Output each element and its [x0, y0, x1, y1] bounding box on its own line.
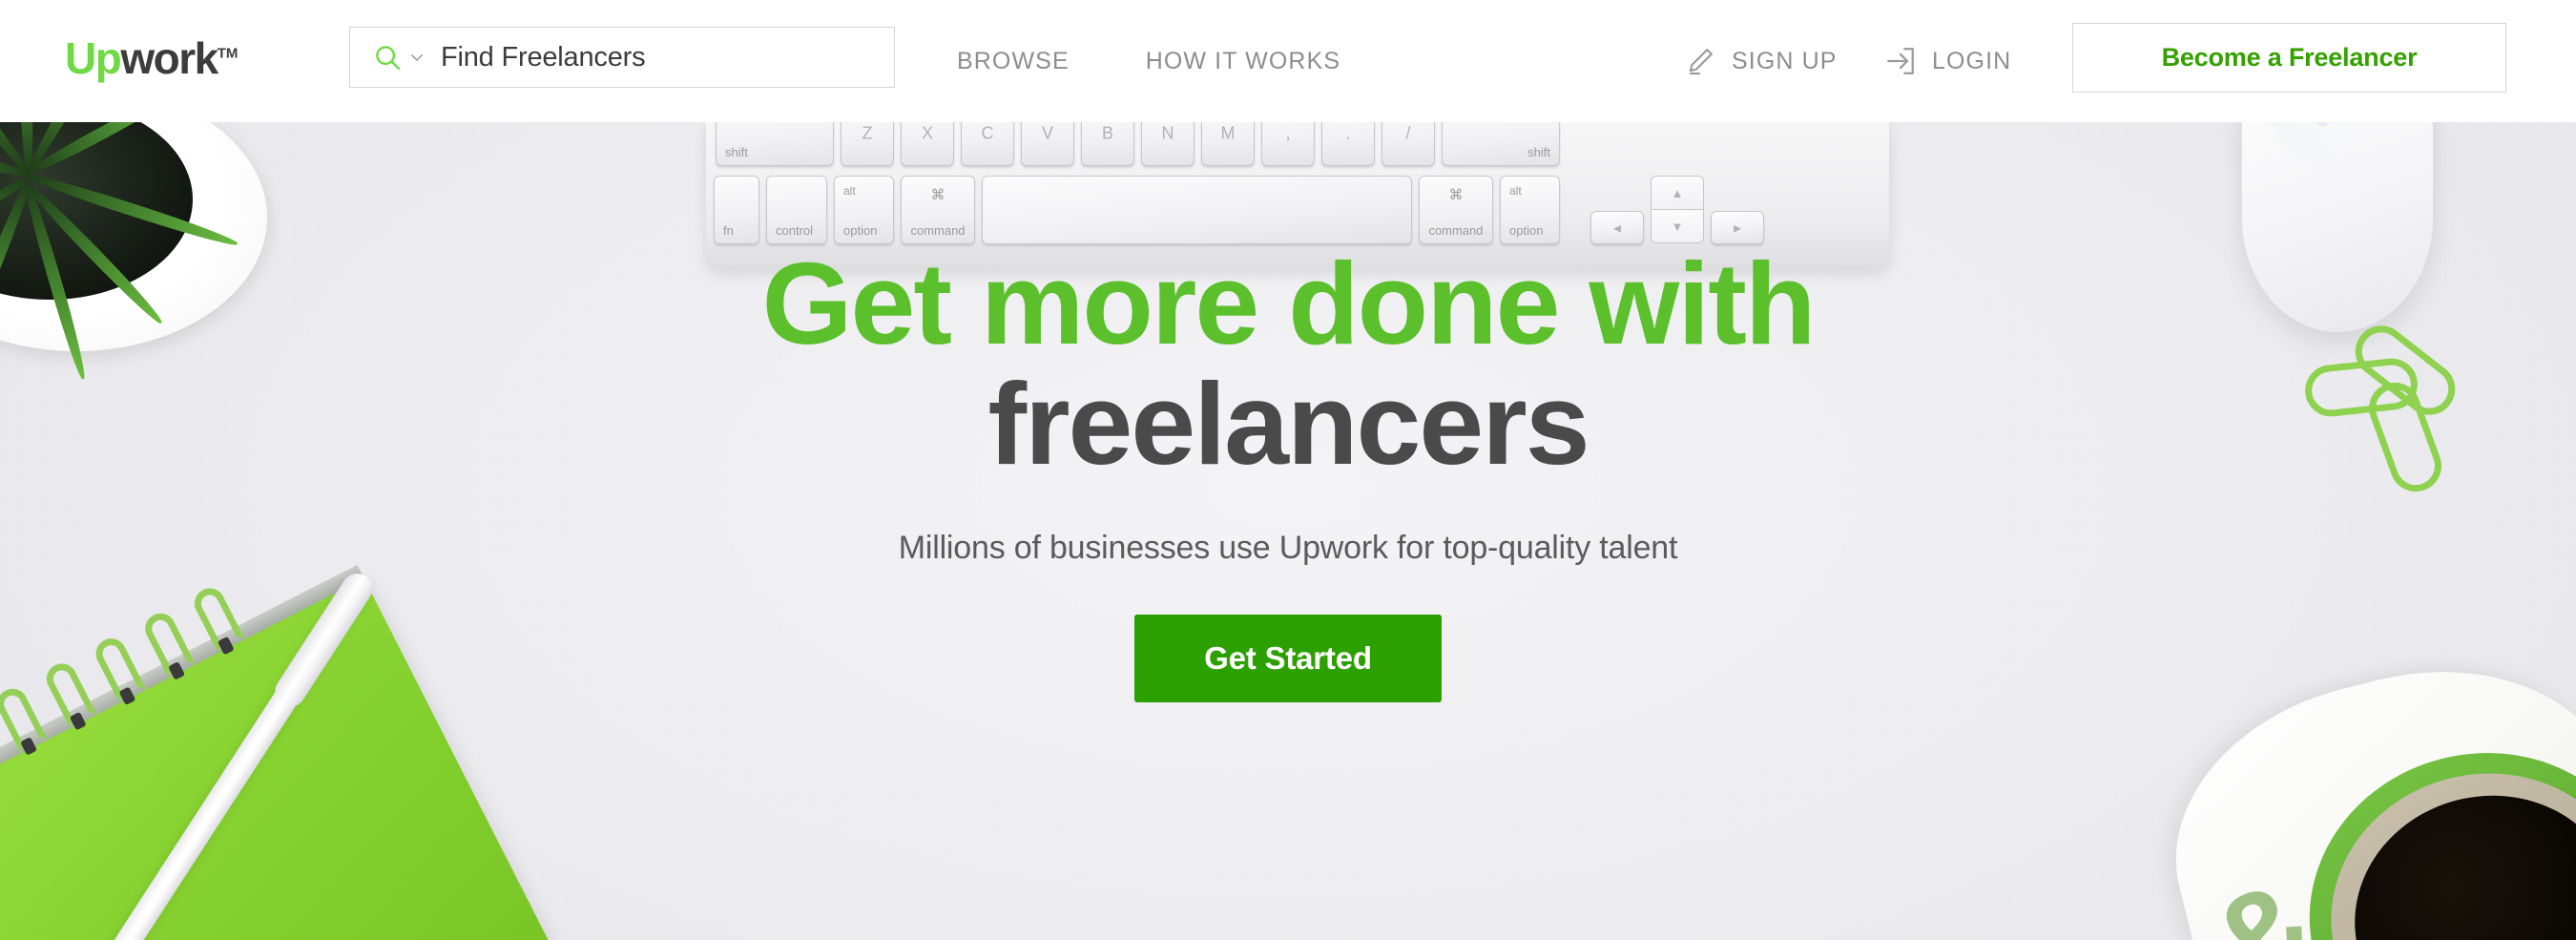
become-a-freelancer-button[interactable]: Become a Freelancer [2072, 23, 2506, 93]
key-command-right: ⌘ command [1419, 176, 1493, 244]
key-label: option [843, 223, 878, 238]
key-z: Z [841, 122, 894, 166]
key-x: X [901, 122, 954, 166]
upwork-logo[interactable]: UpworkTM [65, 36, 238, 80]
key-comma: , [1261, 122, 1315, 166]
key-option-right: alt option [1500, 176, 1560, 244]
key-period: . [1321, 122, 1375, 166]
hero-heading: Get more done with freelancers [761, 239, 1817, 489]
chevron-down-icon[interactable] [408, 49, 426, 66]
nav-item-browse[interactable]: BROWSE [957, 48, 1070, 75]
sign-up-label: SIGN UP [1732, 47, 1838, 74]
key-label-alt: alt [843, 184, 856, 198]
key-label: B [1101, 123, 1113, 143]
key-label: M [1220, 123, 1236, 143]
pencil-icon [1689, 49, 1713, 75]
login-label: LOGIN [1932, 47, 2012, 74]
login-link[interactable]: LOGIN [1884, 45, 2011, 77]
search-icon [376, 46, 401, 71]
key-option-left: alt option [834, 176, 894, 244]
key-slash: / [1381, 122, 1435, 166]
key-space [982, 176, 1412, 244]
get-started-button[interactable]: Get Started [1134, 615, 1442, 703]
key-arrow-updown: ▲ ▼ [1651, 176, 1704, 244]
key-label: / [1405, 123, 1411, 143]
login-arrow-icon [1887, 48, 1914, 74]
arrow-down-icon: ▼ [1671, 219, 1684, 234]
key-command-left: ⌘ command [901, 176, 975, 244]
key-label-alt: alt [1509, 184, 1522, 198]
key-control: control [766, 176, 827, 244]
main-nav: BROWSE HOW IT WORKS [957, 0, 1340, 122]
arrow-left-icon: ◄ [1610, 220, 1624, 235]
key-label: option [1509, 223, 1544, 238]
key-shift-left: shift [716, 122, 834, 166]
key-label-glyph: ⌘ [1448, 187, 1464, 203]
signup-wrapper: SIGN UP [1684, 0, 1838, 122]
site-header: UpworkTM Find Freelancers BROWSE HOW IT … [0, 0, 2576, 122]
key-label: command [910, 223, 966, 238]
arrow-right-icon: ► [1731, 220, 1744, 235]
key-shift-right: shift [1442, 122, 1560, 166]
key-m: M [1201, 122, 1255, 166]
key-label: shift [725, 145, 748, 159]
key-fn: fn [714, 176, 759, 244]
key-n: N [1141, 122, 1195, 166]
key-label: N [1161, 123, 1174, 143]
key-label: V [1041, 123, 1053, 143]
key-label: command [1428, 223, 1484, 238]
nav-item-how-it-works[interactable]: HOW IT WORKS [1146, 48, 1340, 75]
login-wrapper: LOGIN [1884, 0, 2011, 122]
sign-up-link[interactable]: SIGN UP [1684, 45, 1838, 77]
arrow-up-icon: ▲ [1671, 185, 1684, 200]
key-label: , [1285, 123, 1291, 143]
hero-heading-line1: Get more done with [761, 239, 1817, 368]
key-label: X [921, 123, 933, 143]
search-input[interactable]: Find Freelancers [441, 42, 646, 73]
key-label: fn [723, 223, 734, 238]
logo-text-work: work [120, 33, 218, 83]
hero-heading-line2: freelancers [987, 358, 1589, 489]
key-label: shift [1527, 145, 1550, 159]
keyboard-row-2: fn control alt option ⌘ command ⌘ comman… [714, 176, 1764, 244]
computer-mouse-image [2242, 122, 2433, 332]
potted-plant-image [0, 122, 286, 381]
key-label: control [776, 223, 814, 238]
hero-subheading: Millions of businesses use Upwork for to… [898, 530, 1678, 567]
spiral-notebook-image [0, 490, 626, 940]
hero-section: shift Z X C V B N M , . / shift fn contr… [0, 122, 2576, 940]
page-root: shift Z X C V B N M , . / shift fn contr… [0, 0, 2576, 940]
logo-trademark: TM [217, 45, 239, 62]
search-bar[interactable]: Find Freelancers [349, 27, 895, 88]
key-b: B [1081, 122, 1134, 166]
key-label: Z [862, 123, 873, 143]
key-v: V [1021, 122, 1074, 166]
keyboard-row-1: shift Z X C V B N M , . / shift [716, 122, 1560, 166]
coffee-cup-image: & [2142, 618, 2576, 940]
key-label-glyph: ⌘ [930, 187, 945, 203]
key-label: . [1345, 123, 1351, 143]
key-label: C [981, 123, 994, 143]
key-c: C [961, 122, 1014, 166]
logo-text-up: Up [65, 33, 122, 83]
key-arrow-up: ▲ [1651, 176, 1704, 210]
paper-clips-image [2299, 315, 2547, 518]
